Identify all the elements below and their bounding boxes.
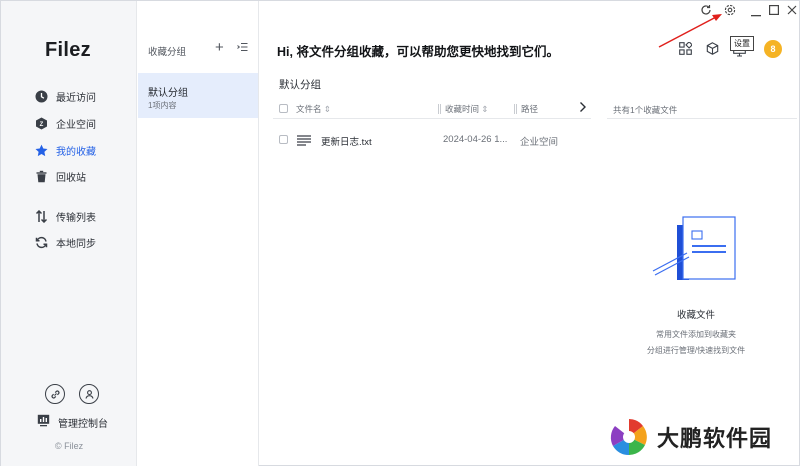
table-row[interactable]: 更新日志.txt 2024-04-26 1... 企业空间 bbox=[273, 129, 591, 151]
group-count: 1项内容 bbox=[148, 101, 177, 110]
transfer-icon bbox=[35, 209, 48, 223]
app-logo: Filez bbox=[45, 39, 91, 61]
text-file-icon bbox=[297, 135, 311, 149]
refresh-icon[interactable] bbox=[700, 4, 712, 19]
nav-item-label: 传输列表 bbox=[56, 212, 96, 224]
settings-tooltip: 设置 bbox=[730, 36, 754, 51]
cube-icon[interactable] bbox=[706, 42, 719, 58]
watermark: 大鹏软件园 bbox=[607, 415, 772, 459]
favorite-time: 2024-04-26 1... bbox=[443, 134, 508, 145]
clock-icon bbox=[35, 90, 48, 103]
section-title: 默认分组 bbox=[279, 79, 321, 91]
watermark-logo-icon bbox=[609, 417, 649, 457]
column-separator[interactable] bbox=[516, 104, 517, 114]
svg-text:Z: Z bbox=[40, 122, 44, 128]
nav-item-label: 我的收藏 bbox=[56, 146, 96, 158]
favorites-count-text: 共有1个收藏文件 bbox=[613, 105, 678, 115]
link-icon[interactable] bbox=[45, 384, 65, 404]
nav-item-sync[interactable]: 本地同步 bbox=[35, 232, 96, 252]
nav-item-favorites[interactable]: 我的收藏 bbox=[35, 140, 96, 160]
close-icon[interactable] bbox=[787, 5, 797, 18]
file-path: 企业空间 bbox=[520, 137, 559, 148]
sort-list-icon[interactable] bbox=[237, 42, 248, 55]
file-table-header: 文件名 ⇕ 收藏时间 ⇕ 路径 bbox=[273, 99, 591, 119]
favorites-illustration bbox=[647, 211, 737, 289]
select-all-checkbox[interactable] bbox=[279, 104, 288, 113]
avatar[interactable]: 8 bbox=[764, 40, 782, 58]
column-separator[interactable] bbox=[440, 104, 441, 114]
sync-icon bbox=[35, 236, 48, 249]
admin-console-link[interactable]: 管理控制台 bbox=[37, 414, 108, 430]
trash-icon bbox=[35, 170, 48, 183]
empty-state-title: 收藏文件 bbox=[676, 310, 715, 321]
chevron-right-icon[interactable] bbox=[579, 101, 587, 115]
column-header-time[interactable]: 收藏时间 ⇕ bbox=[445, 103, 489, 115]
empty-state-desc-2: 分组进行管理/快速找到文件 bbox=[646, 346, 746, 355]
file-name[interactable]: 更新日志.txt bbox=[321, 134, 372, 148]
minimize-icon[interactable] bbox=[751, 9, 761, 20]
enterprise-space-icon: Z bbox=[35, 117, 48, 130]
empty-state-desc-1: 常用文件添加到收藏夹 bbox=[656, 330, 736, 339]
settings-icon[interactable] bbox=[724, 4, 736, 19]
favorite-groups-panel: 收藏分组 + 默认分组 1项内容 bbox=[137, 1, 259, 466]
column-separator[interactable] bbox=[438, 104, 439, 114]
left-nav: Filez 最近访问 Z 企业空间 我的收藏 回收站 传输列表 本地同步 管理控… bbox=[1, 1, 137, 466]
nav-item-label: 最近访问 bbox=[56, 92, 96, 104]
nav-item-transfers[interactable]: 传输列表 bbox=[35, 206, 96, 226]
plus-icon[interactable]: + bbox=[215, 39, 224, 56]
page-headline: Hi, 将文件分组收藏，可以帮助您更快地找到它们。 bbox=[277, 45, 559, 59]
main-content: Hi, 将文件分组收藏，可以帮助您更快地找到它们。 设置 8 默认分组 文件名 … bbox=[259, 1, 799, 466]
admin-console-label: 管理控制台 bbox=[58, 418, 108, 430]
column-separator[interactable] bbox=[514, 104, 515, 114]
nav-item-label: 回收站 bbox=[56, 172, 86, 184]
nav-item-label: 本地同步 bbox=[56, 238, 96, 250]
maximize-icon[interactable] bbox=[769, 5, 780, 18]
groups-header: 收藏分组 bbox=[148, 47, 187, 58]
apps-icon[interactable] bbox=[679, 41, 693, 58]
nav-item-recent[interactable]: 最近访问 bbox=[35, 86, 96, 106]
nav-item-trash[interactable]: 回收站 bbox=[35, 166, 86, 186]
nav-bottom-icons bbox=[45, 384, 99, 404]
watermark-text: 大鹏软件园 bbox=[657, 426, 773, 451]
app-window: Filez 最近访问 Z 企业空间 我的收藏 回收站 传输列表 本地同步 管理控… bbox=[0, 0, 800, 466]
star-icon bbox=[35, 144, 48, 157]
copyright: © Filez bbox=[55, 441, 84, 451]
column-header-name[interactable]: 文件名 ⇕ bbox=[296, 103, 331, 115]
chart-board-icon bbox=[37, 414, 50, 430]
row-checkbox[interactable] bbox=[279, 135, 288, 144]
user-settings-icon[interactable] bbox=[79, 384, 99, 404]
group-item-default[interactable]: 默认分组 1项内容 bbox=[138, 73, 258, 118]
favorites-summary: 共有1个收藏文件 bbox=[607, 99, 797, 119]
nav-item-enterprise[interactable]: Z 企业空间 bbox=[35, 113, 96, 133]
nav-item-label: 企业空间 bbox=[56, 119, 96, 131]
group-name: 默认分组 bbox=[148, 88, 188, 99]
column-header-path[interactable]: 路径 bbox=[521, 103, 538, 115]
